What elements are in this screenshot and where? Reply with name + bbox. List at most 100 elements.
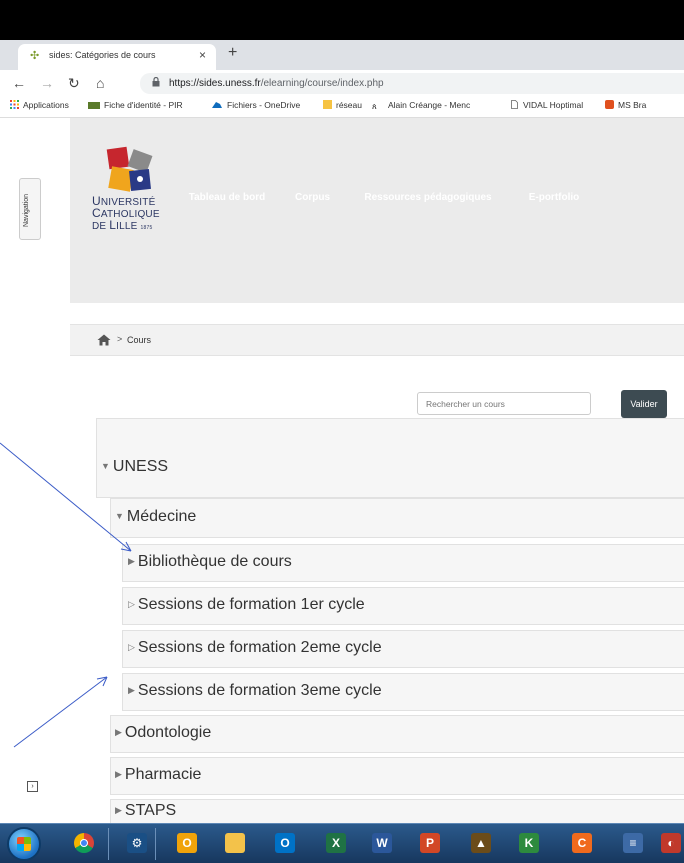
bookmark-fiche-identite[interactable]: Fiche d'identité - PIR: [88, 100, 183, 110]
chrome-icon: [74, 833, 94, 853]
bookmark-vidal[interactable]: VIDAL Hoptimal: [510, 100, 583, 110]
windows-taskbar: ⚙ O O X W P ▲ K C ≡ ◐: [0, 823, 684, 863]
category-sessions-2eme-cycle[interactable]: ▷ Sessions de formation 2eme cycle: [122, 630, 684, 668]
category-label: ▷ Sessions de formation 2eme cycle: [128, 639, 382, 656]
taskbar-separator: [108, 828, 109, 860]
new-tab-button[interactable]: +: [228, 44, 237, 62]
category-label: ▼ Médecine: [115, 508, 197, 525]
bookmarks-bar: Applications Fiche d'identité - PIR Fich…: [0, 96, 684, 118]
taskbar-notes-button[interactable]: ≡: [617, 829, 649, 859]
tab-title: sides: Catégories de cours: [49, 50, 156, 60]
bookmark-applications[interactable]: Applications: [10, 100, 69, 110]
bookmark-pir-icon: [88, 102, 100, 109]
taskbar-separator: [155, 828, 156, 860]
taskbar-word-button[interactable]: W: [366, 829, 398, 859]
bookmark-alain-creange[interactable]: ጰ Alain Créange - Menc: [372, 100, 470, 111]
breadcrumb-cours[interactable]: Cours: [127, 335, 151, 345]
app-orange-icon: C: [572, 833, 592, 853]
url-text: https://sides.uness.fr/elearning/course/…: [169, 78, 384, 89]
nav-e-portfolio[interactable]: E-portfolio: [515, 181, 593, 215]
tab-strip: ✣ sides: Catégories de cours ×: [0, 40, 684, 70]
category-odontologie[interactable]: ▶ Odontologie: [110, 715, 684, 753]
category-label: ▶ Odontologie: [115, 724, 212, 741]
outlook-icon: O: [177, 833, 197, 853]
taskbar-app-red-button[interactable]: ◐: [655, 829, 684, 859]
title-bar: [0, 0, 684, 40]
category-label: ▶ STAPS: [115, 802, 177, 819]
nav-corpus[interactable]: Corpus: [284, 181, 341, 215]
category-label: ▶ Sessions de formation 3eme cycle: [128, 682, 382, 699]
outlook2-icon: O: [275, 833, 295, 853]
taskbar-app-puzzle-button[interactable]: ▲: [465, 829, 497, 859]
category-uness[interactable]: ▼ UNESS: [96, 418, 684, 498]
collapsed-triangle-icon: ▶: [115, 727, 122, 737]
course-search-input[interactable]: [417, 392, 591, 415]
app-green-icon: K: [519, 833, 539, 853]
category-sessions-1er-cycle[interactable]: ▷ Sessions de formation 1er cycle: [122, 587, 684, 625]
taskbar-chrome-button[interactable]: [68, 829, 100, 859]
powerpoint-icon: P: [420, 833, 440, 853]
taskbar-app-green-button[interactable]: K: [513, 829, 545, 859]
navigation-drawer-toggle[interactable]: Navigation: [19, 178, 41, 240]
category-label: ▶ Bibliothèque de cours: [128, 553, 292, 570]
collapsed-triangle-icon: ▶: [128, 556, 135, 566]
bookmark-people-icon: ጰ: [372, 102, 377, 111]
taskbar-explorer-button[interactable]: [219, 829, 251, 859]
taskbar-outlook2-button[interactable]: O: [269, 829, 301, 859]
university-name: UNIVERSITÉ CATHOLIQUE DE LILLE 1875: [92, 194, 160, 232]
site-header: UNIVERSITÉ CATHOLIQUE DE LILLE 1875 Tabl…: [70, 118, 684, 303]
apps-grid-icon: [10, 100, 19, 109]
expanded-triangle-icon: ▼: [115, 511, 124, 521]
web-page: Navigation UNIVERSITÉ CATHOLIQUE DE LILL…: [0, 118, 684, 829]
address-bar-row: ← → ↻ ⌂ https://sides.uness.fr/elearning…: [0, 70, 684, 96]
collapsed-triangle-icon: ▶: [115, 769, 122, 779]
taskbar-excel-button[interactable]: X: [320, 829, 352, 859]
sidebar-toggle-button[interactable]: ›: [27, 781, 38, 792]
url-field[interactable]: https://sides.uness.fr/elearning/course/…: [140, 73, 684, 94]
reload-icon[interactable]: ↻: [68, 74, 80, 92]
app-puzzle-icon: ▲: [471, 833, 491, 853]
category-label: ▷ Sessions de formation 1er cycle: [128, 596, 365, 613]
notes-icon: ≡: [623, 833, 643, 853]
nav-tableau-de-bord[interactable]: Tableau de bord: [175, 181, 279, 215]
screen: ✣ sides: Catégories de cours × + ← → ↻ ⌂…: [0, 0, 684, 863]
category-pharmacie[interactable]: ▶ Pharmacie: [110, 757, 684, 795]
app-red-icon: ◐: [661, 833, 681, 853]
category-bibliotheque-de-cours[interactable]: ▶ Bibliothèque de cours: [122, 544, 684, 582]
page-icon: [511, 100, 518, 109]
search-submit-button[interactable]: Valider: [621, 390, 667, 418]
nav-ressources-pedagogiques[interactable]: Ressources pédagogiques: [346, 181, 510, 215]
breadcrumb: > Cours: [70, 324, 684, 356]
home-icon[interactable]: [97, 334, 111, 346]
excel-icon: X: [326, 833, 346, 853]
category-label: ▶ Pharmacie: [115, 766, 202, 783]
start-button[interactable]: [7, 827, 41, 861]
browser-tab[interactable]: ✣ sides: Catégories de cours ×: [18, 44, 216, 70]
network-icon: ⚙: [127, 833, 147, 853]
university-crest-icon: [106, 146, 153, 192]
bookmark-onedrive[interactable]: Fichiers - OneDrive: [211, 100, 300, 110]
forward-arrow-icon[interactable]: →: [40, 74, 54, 92]
folder-icon: [323, 100, 332, 109]
bookmark-reseau[interactable]: réseau: [323, 100, 362, 110]
lock-icon: [152, 77, 160, 87]
breadcrumb-separator: >: [117, 334, 123, 344]
collapsed-empty-triangle-icon: ▷: [128, 599, 135, 609]
taskbar-powerpoint-button[interactable]: P: [414, 829, 446, 859]
bookmark-ms[interactable]: MS Bra: [605, 100, 646, 110]
sides-favicon-icon: ✣: [30, 50, 40, 62]
category-sessions-3eme-cycle[interactable]: ▶ Sessions de formation 3eme cycle: [122, 673, 684, 711]
back-arrow-icon[interactable]: ←: [12, 74, 26, 92]
collapsed-empty-triangle-icon: ▷: [128, 642, 135, 652]
category-label: ▼ UNESS: [101, 458, 169, 475]
taskbar-outlook-button[interactable]: O: [171, 829, 203, 859]
taskbar-network-button[interactable]: ⚙: [121, 829, 153, 859]
home-button-icon[interactable]: ⌂: [96, 74, 104, 92]
close-icon[interactable]: ×: [199, 48, 206, 62]
bookmark-ms-icon: [605, 100, 614, 109]
expanded-triangle-icon: ▼: [101, 461, 110, 471]
category-medecine[interactable]: ▼ Médecine: [110, 498, 684, 538]
explorer-icon: [225, 833, 245, 853]
taskbar-app-orange-button[interactable]: C: [566, 829, 598, 859]
collapsed-triangle-icon: ▶: [115, 805, 122, 815]
